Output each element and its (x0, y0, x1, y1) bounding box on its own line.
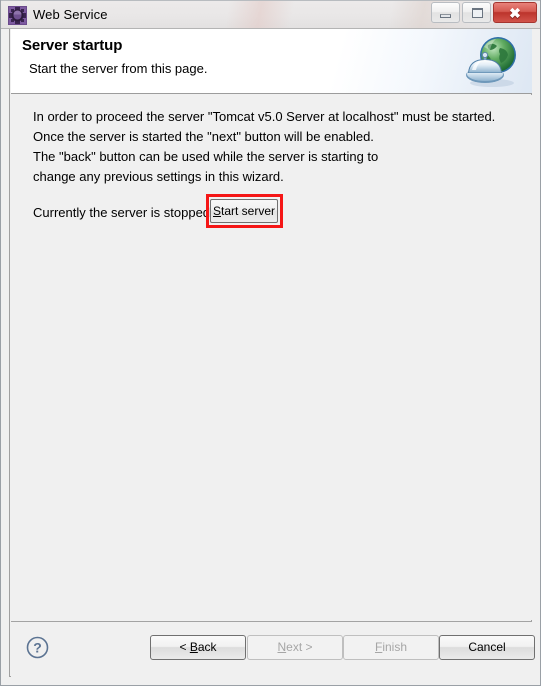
back-mnemonic: B (189, 640, 198, 654)
close-icon[interactable]: ✖ (493, 2, 537, 23)
next-mnemonic: N (277, 640, 287, 654)
web-service-gear-icon (8, 6, 27, 25)
window-title-bar[interactable]: Web Service ✖ (0, 0, 541, 29)
help-question-icon[interactable]: ? (25, 635, 50, 660)
server-status-label: Currently the server is stopped. (33, 205, 214, 220)
finish-suffix: inish (382, 640, 408, 654)
body-line-1: In order to proceed the server "Tomcat v… (33, 109, 496, 124)
next-suffix: ext > (286, 640, 313, 654)
restore-icon[interactable] (462, 2, 491, 23)
body-line-3: The "back" button can be used while the … (33, 149, 379, 164)
web-service-wizard-window: Web Service ✖ Server startup Start the s… (0, 0, 541, 686)
cancel-label: Cancel (468, 640, 506, 654)
start-server-mnemonic: S (212, 204, 221, 218)
globe-server-icon (462, 31, 524, 91)
finish-button[interactable]: Finish (343, 635, 439, 660)
minimize-icon[interactable] (431, 2, 460, 23)
start-server-button[interactable]: Start server (210, 199, 278, 223)
next-button[interactable]: Next > (247, 635, 343, 660)
window-controls: ✖ (429, 2, 537, 24)
page-subtitle: Start the server from this page. (29, 61, 208, 76)
body-line-2: Once the server is started the "next" bu… (33, 129, 374, 144)
cancel-button[interactable]: Cancel (439, 635, 535, 660)
start-server-label-rest: tart server (221, 204, 276, 218)
svg-text:?: ? (33, 640, 42, 656)
wizard-client-area: Server startup Start the server from thi… (9, 29, 535, 677)
window-title-label: Web Service (33, 7, 108, 22)
back-prefix: < (179, 640, 190, 654)
back-button[interactable]: < Back (150, 635, 246, 660)
back-suffix: ack (197, 640, 217, 654)
page-title: Server startup (22, 37, 123, 54)
body-line-4: change any previous settings in this wiz… (33, 169, 284, 184)
wizard-button-bar: ? < Back Next > Finish Cancel (11, 621, 535, 677)
wizard-header: Server startup Start the server from thi… (11, 29, 532, 94)
wizard-body: In order to proceed the server "Tomcat v… (11, 95, 532, 620)
close-glyph: ✖ (509, 5, 521, 21)
